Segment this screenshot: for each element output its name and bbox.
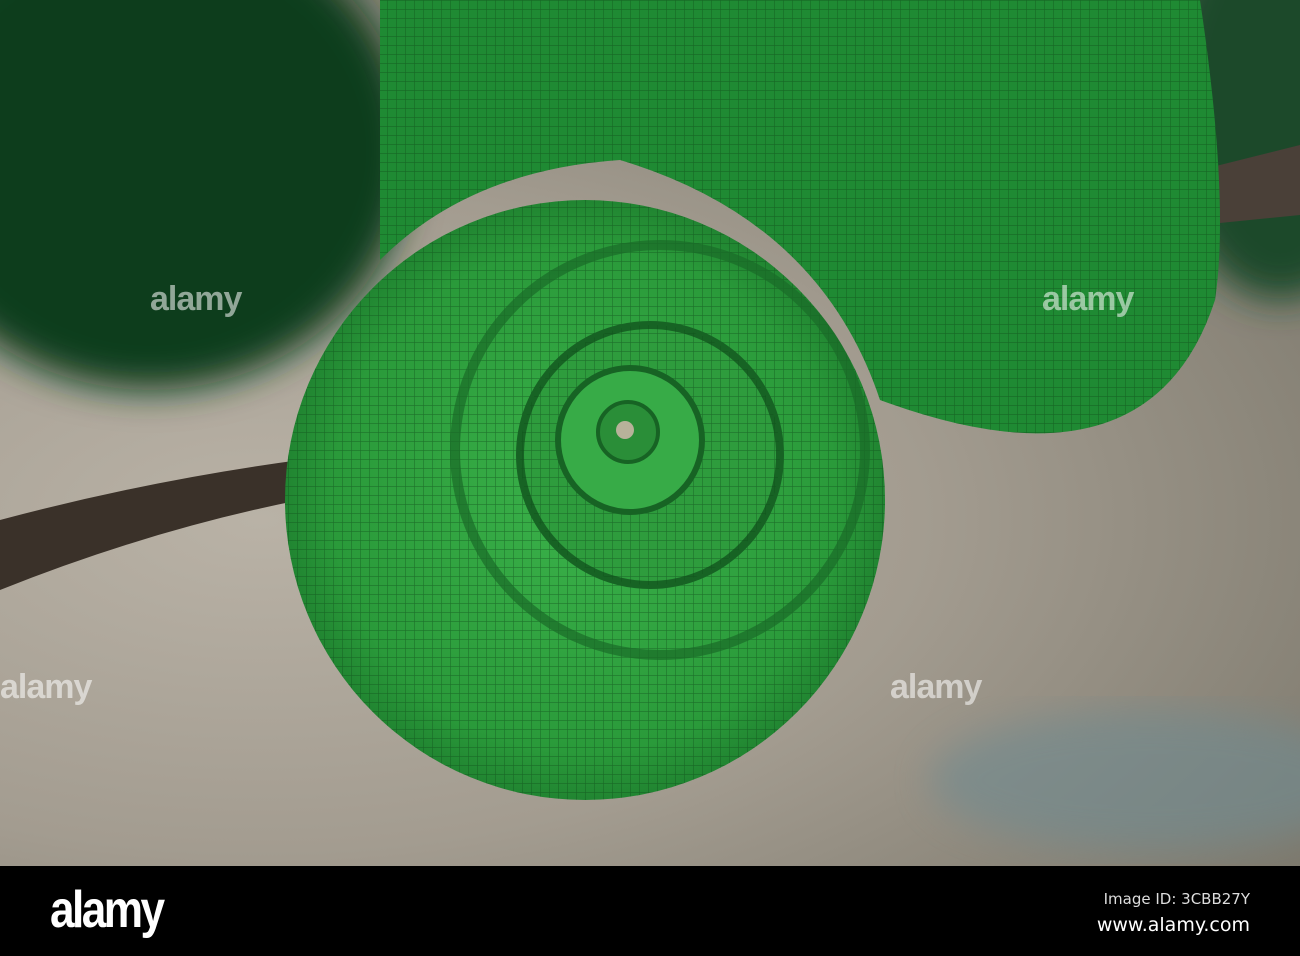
watermark: alamy — [1042, 280, 1134, 318]
alamy-logo: alamy — [50, 881, 165, 939]
chameleon-photo: alamy alamy alamy alamy — [0, 0, 1300, 866]
photo-illustration — [0, 0, 1300, 850]
branch-left — [0, 460, 300, 590]
watermark: alamy — [0, 668, 92, 706]
footer-bar: alamy Image ID: 3CBB27Y www.alamy.com — [0, 866, 1300, 956]
watermark: alamy — [150, 280, 242, 318]
site-url: www.alamy.com — [1096, 914, 1250, 936]
image-id: Image ID: 3CBB27Y — [1103, 890, 1250, 908]
watermark: alamy — [890, 668, 982, 706]
